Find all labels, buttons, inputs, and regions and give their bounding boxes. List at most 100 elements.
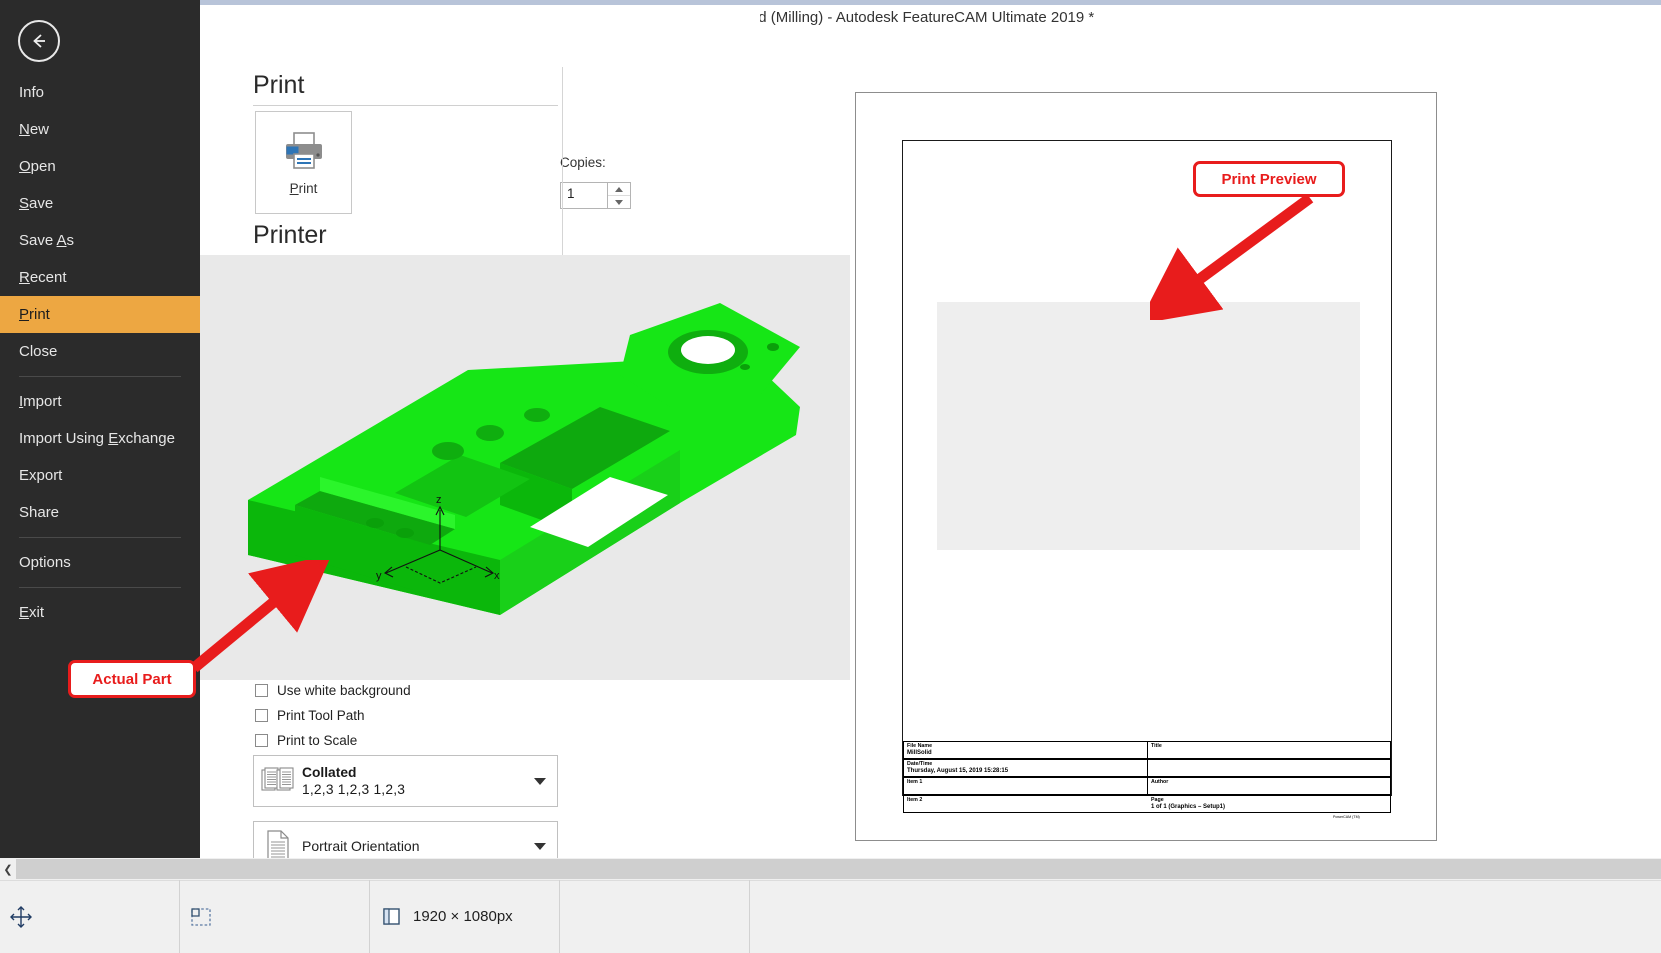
backstage-sidebar: Info New Open Save Save As Recent Print Close Im… (0, 0, 200, 858)
svg-text:y: y (376, 570, 382, 582)
collation-detail: 1,2,3 1,2,3 1,2,3 (302, 782, 523, 797)
chevron-down-icon (615, 200, 623, 205)
sidebar-item-label: Share (19, 504, 59, 521)
checkbox-print-to-scale[interactable]: Print to Scale (255, 733, 357, 748)
collation-dropdown-arrow[interactable] (523, 778, 557, 785)
sidebar-item-label: Export (19, 467, 62, 484)
print-preview-sheet: File Name MillSolid Title Date/Time Thur… (902, 140, 1392, 796)
title-block-date-value: Thursday, August 15, 2019 15:28:15 (907, 768, 1008, 774)
print-button[interactable]: Print (255, 111, 352, 214)
title-block-row-4 (903, 795, 1391, 813)
part-3d-model: z x y (200, 255, 850, 680)
print-button-label-rest: rint (299, 181, 318, 196)
selection-icon (188, 904, 214, 930)
sidebar-item-save[interactable]: Save (0, 185, 200, 222)
sidebar-item-label: Import Using Exchange (19, 430, 175, 447)
annotation-actual-part: Actual Part (68, 660, 196, 698)
part-viewport[interactable]: z x y (200, 255, 850, 680)
chevron-down-icon (534, 778, 546, 785)
title-block-date-label: Date/Time (907, 762, 932, 767)
print-preview-graphic-area (937, 302, 1360, 550)
title-block-item1-label: Item 1 (907, 780, 922, 785)
sidebar-item-export[interactable]: Export (0, 457, 200, 494)
sidebar-item-new[interactable]: New (0, 111, 200, 148)
copies-decrement-button[interactable] (608, 196, 630, 208)
sidebar-item-options[interactable]: Options (0, 544, 200, 581)
status-spare-cell (560, 880, 750, 953)
sidebar-separator (19, 376, 181, 377)
checkbox-use-white-background[interactable]: Use white background (255, 683, 411, 698)
back-arrow-icon (28, 30, 50, 52)
checkbox-box-icon (255, 709, 268, 722)
sidebar-item-label: Recent (19, 269, 67, 286)
title-block-author-label: Author (1151, 780, 1168, 785)
annotation-print-preview: Print Preview (1193, 161, 1345, 197)
orientation-value: Portrait Orientation (302, 838, 523, 854)
svg-text:z: z (436, 494, 442, 506)
svg-text:x: x (494, 570, 500, 582)
sidebar-item-label: Print (19, 306, 50, 323)
sidebar-item-label: Info (19, 84, 44, 101)
printer-icon (281, 130, 327, 172)
sidebar-separator (19, 587, 181, 588)
image-size-icon (380, 905, 404, 929)
sidebar-item-exit[interactable]: Exit (0, 594, 200, 631)
sidebar-item-import[interactable]: Import (0, 383, 200, 420)
title-block-footer: PowerCAM (TM) (1333, 815, 1360, 819)
title-block-file-name-label: File Name (907, 744, 932, 749)
sidebar-item-label: Options (19, 554, 71, 571)
backstage-nav: Info New Open Save Save As Recent Print Close Im… (0, 74, 200, 631)
sidebar-item-open[interactable]: Open (0, 148, 200, 185)
status-selection-cell[interactable] (180, 880, 370, 953)
printer-heading: Printer (253, 221, 327, 250)
title-block-divider (1147, 741, 1148, 795)
sidebar-separator (19, 537, 181, 538)
pane-divider (562, 67, 563, 263)
print-preview-page[interactable]: File Name MillSolid Title Date/Time Thur… (855, 92, 1437, 841)
sidebar-item-label: New (19, 121, 49, 138)
print-button-label: Print (290, 181, 318, 196)
copies-stepper[interactable] (608, 182, 631, 209)
print-heading: Print (253, 71, 304, 100)
checkbox-box-icon (255, 734, 268, 747)
sidebar-item-label: Exit (19, 604, 44, 621)
sidebar-item-print[interactable]: Print (0, 296, 200, 333)
image-size-value: 1920 × 1080px (413, 908, 513, 925)
scroll-left-button[interactable]: ❮ (0, 858, 16, 880)
checkbox-box-icon (255, 684, 268, 697)
back-arrow-button[interactable] (18, 20, 60, 62)
status-move-cell[interactable] (0, 880, 180, 953)
checkbox-label: Use white background (277, 683, 411, 698)
status-image-size-cell[interactable]: 1920 × 1080px (370, 880, 560, 953)
title-block-file-name-value: MillSolid (907, 750, 932, 756)
chevron-down-icon (534, 843, 546, 850)
checkbox-label: Print to Scale (277, 733, 357, 748)
sidebar-item-label: Import (19, 393, 62, 410)
copies-label: Copies: (560, 155, 606, 170)
sidebar-item-label: Open (19, 158, 56, 175)
chevron-up-icon (615, 187, 623, 192)
sidebar-item-info[interactable]: Info (0, 74, 200, 111)
move-tool-icon (8, 904, 34, 930)
sidebar-item-label: Save (19, 195, 53, 212)
collate-pages-icon (254, 766, 302, 796)
sidebar-item-import-using-exchange[interactable]: Import Using Exchange (0, 420, 200, 457)
app-window: MillSolid (Milling) - Autodesk FeatureCA… (0, 0, 1661, 953)
print-heading-rule (253, 105, 558, 106)
checkbox-label: Print Tool Path (277, 708, 365, 723)
checkbox-print-tool-path[interactable]: Print Tool Path (255, 708, 365, 723)
sidebar-item-share[interactable]: Share (0, 494, 200, 531)
sidebar-item-close[interactable]: Close (0, 333, 200, 370)
copies-increment-button[interactable] (608, 183, 630, 196)
collation-value: Collated 1,2,3 1,2,3 1,2,3 (302, 765, 523, 797)
collation-title: Collated (302, 765, 523, 780)
title-block-title-label: Title (1151, 744, 1162, 749)
orientation-dropdown-arrow[interactable] (523, 843, 557, 850)
sidebar-item-label: Close (19, 343, 57, 360)
sidebar-item-save-as[interactable]: Save As (0, 222, 200, 259)
horizontal-scrollbar[interactable] (16, 859, 1661, 879)
copies-input[interactable]: 1 (560, 182, 608, 209)
sidebar-item-label: Save As (19, 232, 74, 249)
sidebar-item-recent[interactable]: Recent (0, 259, 200, 296)
collation-dropdown[interactable]: Collated 1,2,3 1,2,3 1,2,3 (253, 755, 558, 807)
